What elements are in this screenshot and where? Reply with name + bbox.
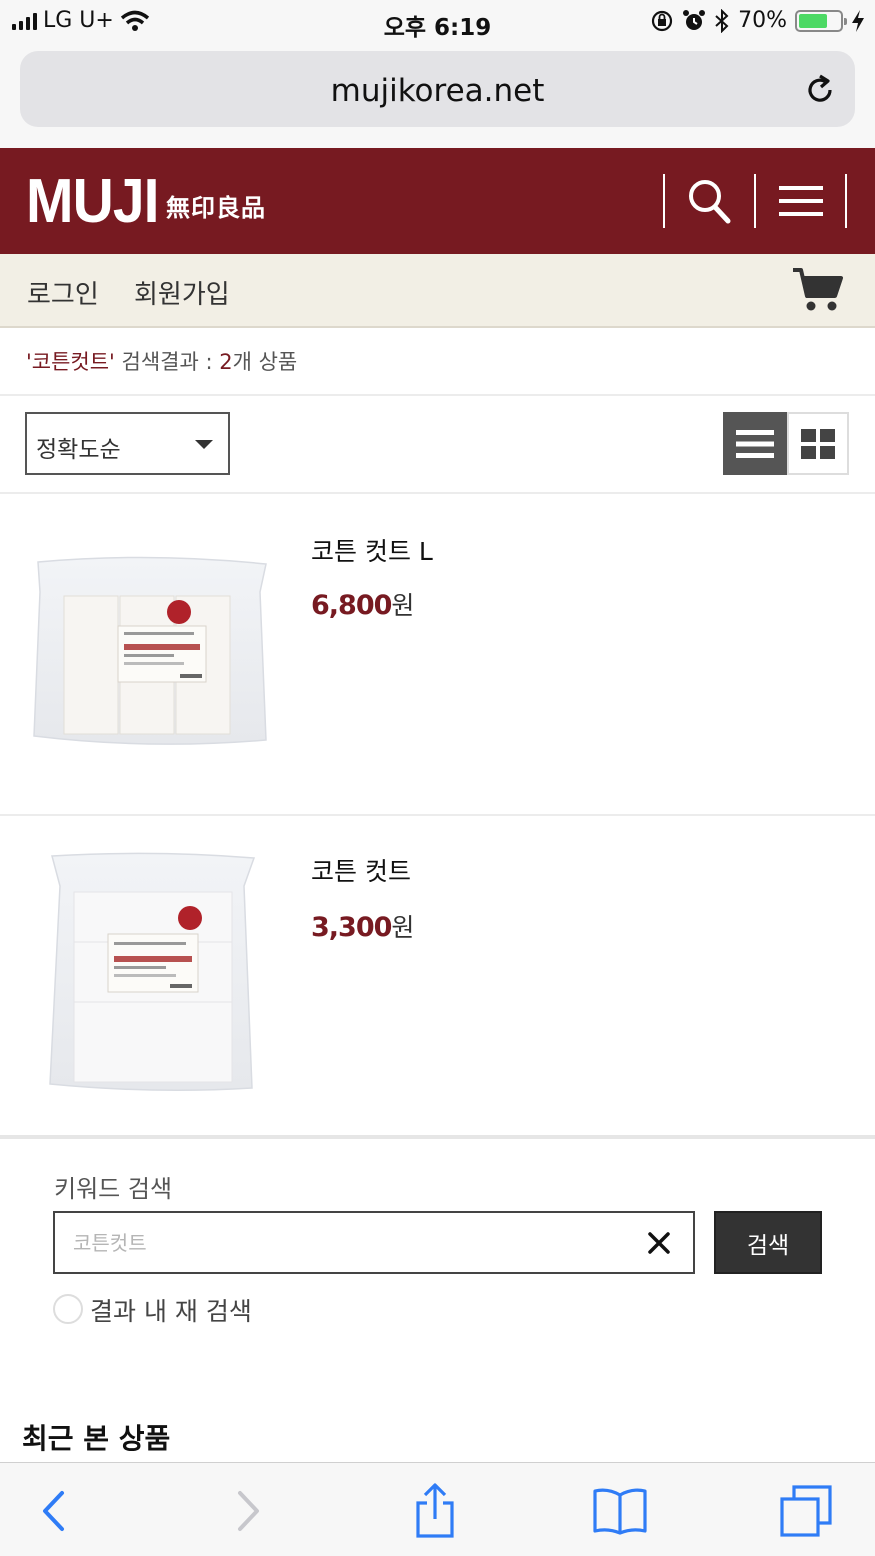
battery-percent: 70%: [738, 8, 787, 33]
menu-button[interactable]: [761, 174, 841, 228]
battery-icon: [795, 9, 847, 32]
reload-icon[interactable]: [803, 73, 837, 107]
hamburger-menu-icon: [779, 186, 823, 216]
recent-products-title: 최근 본 상품: [22, 1422, 171, 1455]
browser-address-area: mujikorea.net: [0, 44, 875, 148]
divider: [0, 394, 875, 396]
header-divider: [754, 174, 756, 228]
result-suffix: 개 상품: [232, 350, 298, 374]
rotation-lock-icon: [651, 10, 673, 31]
price-unit: 원: [391, 913, 415, 942]
muji-logo[interactable]: MUJI: [26, 171, 160, 233]
price-unit: 원: [391, 591, 415, 620]
price-value: 3,300: [311, 912, 392, 943]
browser-toolbar: [0, 1462, 875, 1556]
alarm-icon: [683, 9, 706, 30]
search-result-summary: '코튼컷트' 검색결과 : 2개 상품: [26, 346, 297, 376]
book-icon: [593, 1488, 647, 1535]
header-divider: [845, 174, 847, 228]
product-item[interactable]: 코튼 컷트 3,300원: [0, 816, 875, 1136]
grid-view-button[interactable]: [787, 412, 849, 475]
result-count: 2: [219, 350, 233, 374]
bookmarks-button[interactable]: [590, 1481, 650, 1541]
price-value: 6,800: [311, 590, 392, 621]
keyword-search-input[interactable]: [53, 1211, 695, 1274]
product-image[interactable]: [48, 852, 258, 1092]
header-divider: [663, 174, 665, 228]
tabs-button[interactable]: [776, 1481, 836, 1541]
divider: [0, 1135, 875, 1139]
keyword-search-button[interactable]: 검색: [714, 1211, 822, 1274]
product-item[interactable]: 코튼 컷트 L 6,800원: [0, 494, 875, 814]
search-button[interactable]: [669, 174, 749, 228]
forward-button[interactable]: [218, 1481, 278, 1541]
cart-icon[interactable]: [791, 266, 845, 314]
close-icon[interactable]: [646, 1230, 672, 1256]
address-bar[interactable]: mujikorea.net: [20, 51, 855, 127]
member-nav: 로그인 회원가입: [0, 254, 875, 328]
sort-selected-label: 정확도순: [36, 437, 121, 463]
grid-view-icon: [801, 428, 835, 459]
signup-link[interactable]: 회원가입: [134, 274, 230, 311]
product-price: 6,800원: [311, 586, 414, 622]
chevron-right-icon: [238, 1491, 259, 1531]
share-button[interactable]: [405, 1481, 465, 1541]
keyword-search-title: 키워드 검색: [54, 1175, 173, 1203]
product-name[interactable]: 코튼 컷트: [311, 852, 411, 888]
muji-logo-kanji: 無印良品: [166, 194, 266, 222]
search-icon: [689, 180, 731, 224]
status-bar: LG U+ 오후 6:19 70%: [0, 0, 875, 44]
chevron-down-icon: [195, 440, 213, 449]
site-header: MUJI 無印良品: [0, 148, 875, 254]
bluetooth-icon: [715, 8, 729, 33]
list-view-icon: [736, 429, 774, 458]
sort-select[interactable]: 정확도순: [25, 412, 230, 475]
product-price: 3,300원: [311, 908, 414, 944]
url-text[interactable]: mujikorea.net: [20, 73, 855, 109]
result-keyword: '코튼컷트': [26, 350, 115, 374]
back-button[interactable]: [24, 1481, 84, 1541]
search-within-results-checkbox[interactable]: [53, 1294, 83, 1324]
product-name[interactable]: 코튼 컷트 L: [311, 532, 433, 568]
charging-icon: [852, 9, 864, 32]
result-label: 검색결과 :: [114, 350, 220, 374]
list-view-button[interactable]: [723, 412, 787, 475]
tabs-icon: [780, 1485, 832, 1537]
search-within-results-label[interactable]: 결과 내 재 검색: [90, 1292, 252, 1328]
share-icon: [416, 1483, 454, 1538]
chevron-left-icon: [43, 1491, 64, 1531]
login-link[interactable]: 로그인: [27, 274, 99, 311]
product-image[interactable]: [30, 550, 270, 750]
